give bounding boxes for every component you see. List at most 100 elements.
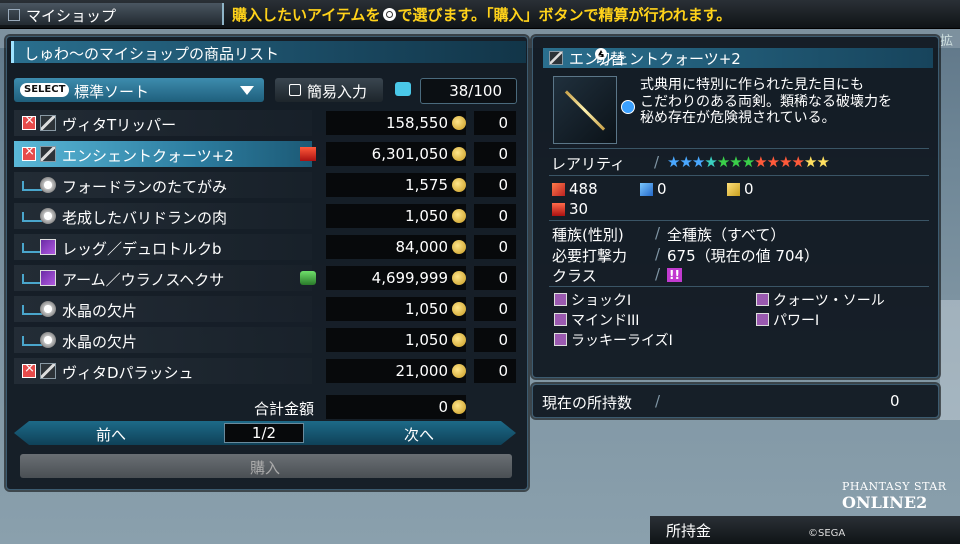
item-price: 1,050 — [326, 297, 466, 321]
quantity-field[interactable]: 0 — [474, 235, 516, 259]
rarity-star-icon: ★ — [667, 153, 680, 171]
price-value: 1,050 — [405, 300, 448, 318]
material-icon — [40, 208, 56, 224]
attack-value: 488 — [569, 180, 598, 198]
circle-button-icon — [382, 8, 396, 21]
switch-label: 切替 — [595, 50, 626, 68]
ability-icon — [756, 293, 769, 306]
class-badge: !! — [667, 268, 682, 282]
unusable-x-icon — [22, 361, 36, 378]
item-description: 式典用に特別に作られた見た目にも こだわりのある両剣。類稀なる破壊力を 秘め存在… — [640, 77, 930, 127]
item-price: 84,000 — [326, 235, 466, 259]
material-icon — [40, 332, 56, 348]
arm-part-icon — [40, 270, 56, 286]
divider — [549, 286, 929, 287]
material-icon — [40, 301, 56, 317]
arrow-icon — [22, 243, 42, 253]
item-row[interactable]: ヴィタTリッパー 158,550 0 — [14, 110, 516, 136]
ability-item: ショックI — [554, 290, 631, 310]
range-value: 0 — [657, 180, 667, 198]
rarity-star-icon: ★ — [766, 153, 780, 171]
crown-icon — [300, 147, 316, 161]
logo-bottom: ONLINE2 — [842, 493, 928, 512]
arrow-icon — [22, 336, 42, 346]
quantity-field[interactable]: 0 — [474, 173, 516, 197]
tech-value: 0 — [744, 180, 754, 198]
requirement-label: 必要打撃力 — [552, 247, 628, 265]
item-row[interactable]: レッグ／デュロトルクb 84,000 0 — [14, 234, 516, 260]
buy-button[interactable]: 購入 — [20, 454, 512, 478]
ability-icon — [554, 293, 567, 306]
square-button-icon — [289, 84, 301, 96]
element-value: 30 — [569, 200, 589, 218]
panel-header: しゅわ〜のマイショップの商品リスト — [11, 41, 526, 63]
separator-slash: / — [654, 153, 660, 171]
ability-icon — [756, 313, 769, 326]
row-background — [14, 327, 312, 353]
item-row[interactable]: 水晶の欠片 1,050 0 — [14, 296, 516, 322]
price-value: 84,000 — [395, 238, 449, 256]
price-value: 1,050 — [405, 331, 448, 349]
ability-icon — [554, 313, 567, 326]
no-entry-icon — [621, 100, 635, 114]
leg-part-icon — [40, 239, 56, 255]
game-logo: PHANTASY STAR ONLINE2 — [842, 480, 960, 512]
partial-label: 拡 — [940, 34, 954, 49]
quantity-field[interactable]: 0 — [474, 142, 516, 166]
owned-label: 現在の所持数 — [542, 394, 633, 412]
meseta-icon — [452, 240, 466, 254]
rarity-star-icon: ★ — [691, 153, 705, 171]
arrow-icon — [22, 274, 42, 284]
quantity-value: 0 — [498, 269, 508, 287]
item-name: エンシェントクォーツ+2 — [62, 147, 234, 165]
ability-name: ショックI — [571, 293, 632, 309]
affix-icon — [300, 271, 316, 285]
quantity-field[interactable]: 0 — [474, 111, 516, 135]
select-badge: SELECT — [20, 83, 70, 97]
pager: 前へ 1/2 次へ — [14, 421, 516, 445]
item-row[interactable]: アーム／ウラノスヘクサ 4,699,999 0 — [14, 265, 516, 291]
rarity-star-icon: ★ — [779, 153, 792, 171]
race-label: 種族(性別) — [552, 226, 624, 244]
item-name: レッグ／デュロトルクb — [62, 240, 222, 258]
capacity-display: 38/100 — [420, 78, 517, 104]
item-name: ヴィタDパラッシュ — [62, 364, 194, 382]
price-value: 1,575 — [405, 176, 448, 194]
sword-icon — [40, 146, 56, 162]
rarity-star-icon: ★ — [816, 153, 829, 171]
window-title: マイショップ — [0, 3, 224, 25]
divider — [549, 220, 929, 221]
quantity-field[interactable]: 0 — [474, 359, 516, 383]
prev-page-button[interactable]: 前へ — [96, 424, 126, 445]
element-stat: 30 — [552, 200, 588, 218]
item-price: 21,000 — [326, 359, 466, 383]
sort-dropdown[interactable]: SELECT 標準ソート — [14, 78, 264, 102]
quantity-field[interactable]: 0 — [474, 266, 516, 290]
quantity-field[interactable]: 0 — [474, 328, 516, 352]
price-value: 6,301,050 — [371, 145, 448, 163]
item-row[interactable]: エンシェントクォーツ+2 6,301,050 0 — [14, 141, 516, 167]
ability-name: マインドIII — [571, 313, 640, 329]
separator-slash: / — [655, 392, 661, 410]
background-wall — [940, 300, 960, 420]
quick-input-label: 簡易入力 — [307, 83, 368, 101]
rarity-star-icon: ★ — [754, 153, 767, 171]
item-row[interactable]: ヴィタDパラッシュ 21,000 0 — [14, 358, 516, 384]
item-row[interactable]: 老成したバリドランの肉 1,050 0 — [14, 203, 516, 229]
quick-input-button[interactable]: 簡易入力 — [275, 78, 383, 102]
ability-name: クォーツ・ソール — [773, 293, 885, 309]
material-icon — [40, 177, 56, 193]
rarity-star-icon: ★ — [741, 153, 755, 171]
quantity-value: 0 — [498, 362, 508, 380]
item-row[interactable]: 水晶の欠片 1,050 0 — [14, 327, 516, 353]
total-amount: 0 — [326, 395, 466, 419]
detail-header: エンシェントクォーツ+2 切替 — [543, 48, 933, 68]
item-price: 1,050 — [326, 328, 466, 352]
item-row[interactable]: フォードランのたてがみ 1,575 0 — [14, 172, 516, 198]
ability-item: マインドIII — [554, 310, 639, 330]
attack-stat: 488 — [552, 180, 598, 198]
hint-post: で選びます。「購入」ボタンで精算が行われます。 — [397, 6, 732, 24]
quantity-field[interactable]: 0 — [474, 297, 516, 321]
quantity-field[interactable]: 0 — [474, 204, 516, 228]
next-page-button[interactable]: 次へ — [404, 424, 434, 445]
